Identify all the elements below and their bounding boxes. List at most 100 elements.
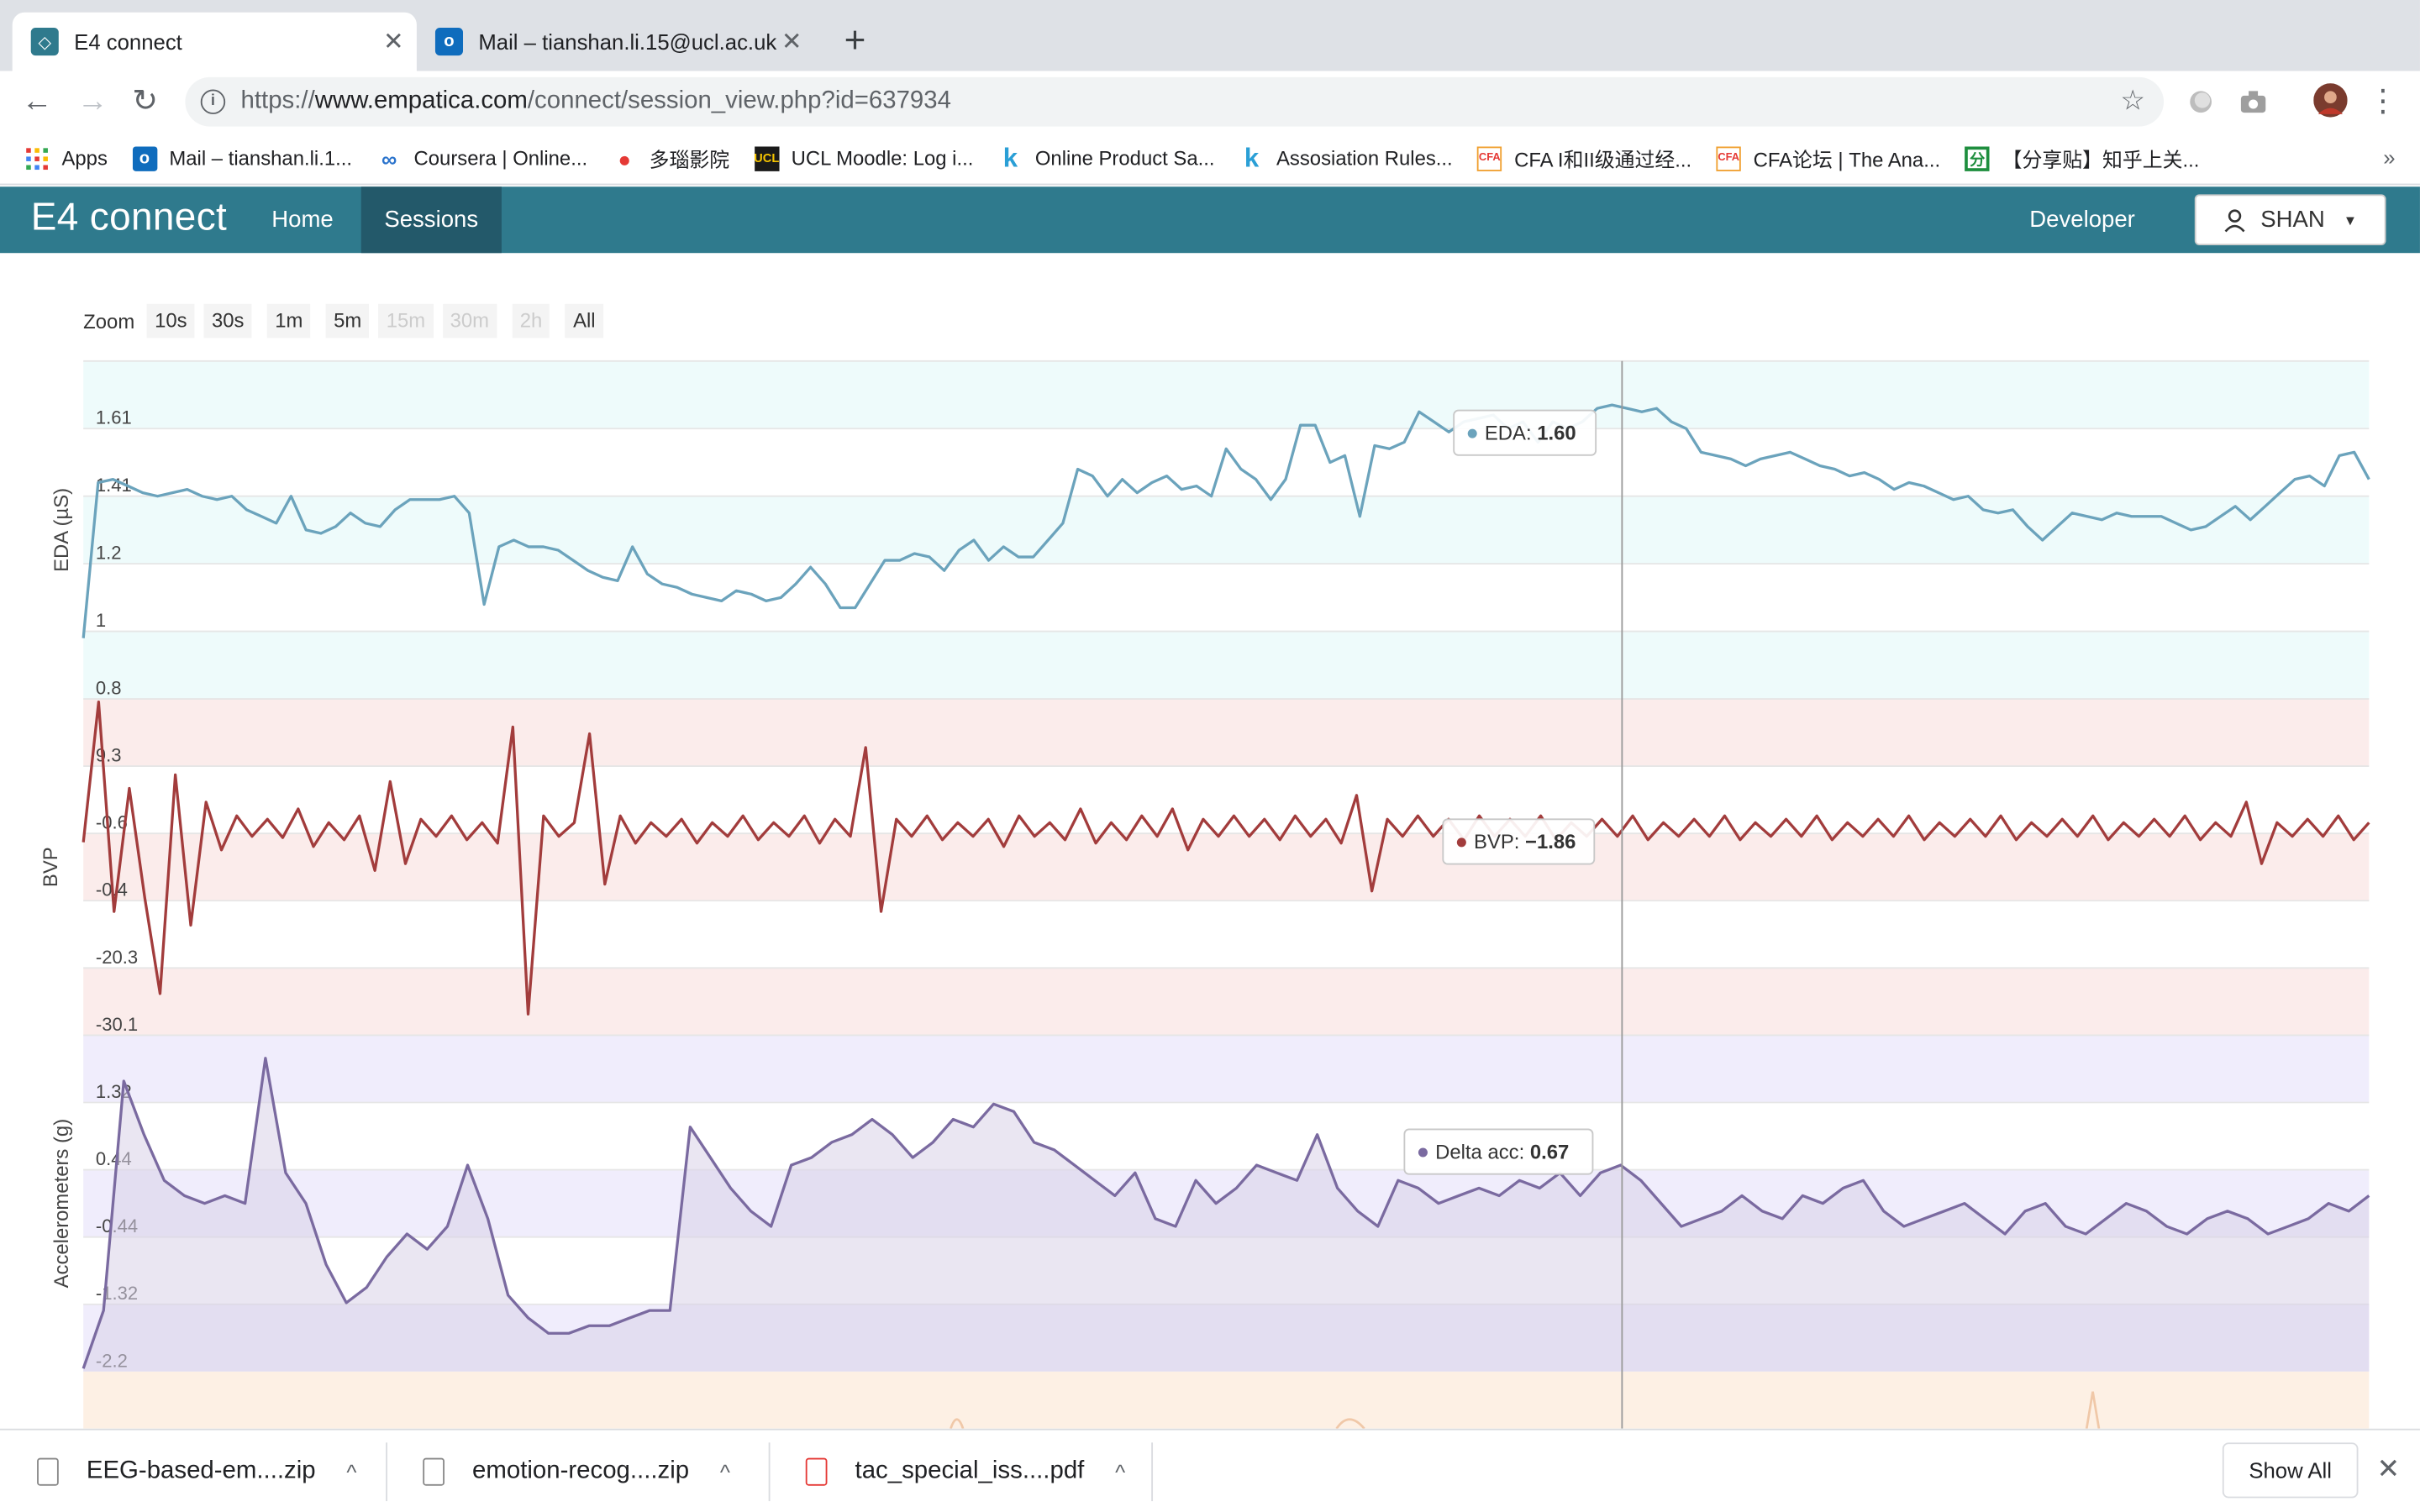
coursera-icon: ∞ bbox=[381, 145, 397, 171]
y-axis-label: EDA (µS) bbox=[50, 488, 73, 572]
bookmark-label: 【分享贴】知乎上关... bbox=[2002, 148, 2200, 171]
reload-icon[interactable]: ↻ bbox=[127, 83, 164, 120]
zoom-all-button[interactable]: All bbox=[565, 303, 603, 339]
zoom-10s-button[interactable]: 10s bbox=[146, 303, 195, 339]
chart-band bbox=[83, 564, 2370, 632]
bookmark-duonao[interactable]: ● 多瑙影院 bbox=[613, 144, 729, 173]
profile-avatar[interactable] bbox=[2313, 83, 2348, 118]
user-menu-button[interactable]: SHAN ▼ bbox=[2194, 194, 2386, 246]
zip-file-icon bbox=[423, 1457, 445, 1486]
tooltip-text: BVP: −1.86 bbox=[1474, 831, 1576, 853]
zoom-1m-button[interactable]: 1m bbox=[267, 303, 311, 339]
bookmark-online-product[interactable]: k Online Product Sa... bbox=[998, 142, 1215, 172]
nav-developer[interactable]: Developer bbox=[2007, 186, 2159, 253]
e4-favicon-icon: ◇ bbox=[30, 28, 59, 56]
y-tick-label: 9.3 bbox=[96, 745, 122, 766]
caret-down-icon: ▼ bbox=[2343, 212, 2358, 228]
bookmark-label: Coursera | Online... bbox=[413, 146, 588, 171]
bookmark-label: Mail – tianshan.li.1... bbox=[169, 146, 353, 171]
chart-band bbox=[83, 428, 2370, 496]
close-tab-icon[interactable]: ✕ bbox=[778, 26, 806, 57]
chart-panel[interactable]: 1.320.44-0.44-1.32-2.2Accelerometers (g)… bbox=[50, 1034, 2370, 1372]
bookmarks-bar: Apps o Mail – tianshan.li.1... ∞ Coursera … bbox=[0, 132, 2420, 186]
chart-band bbox=[83, 900, 2370, 969]
chart-panel[interactable]: 1.611.411.210.8EDA (µS)EDA: 1.60 bbox=[50, 360, 2370, 700]
bookmark-association-rules[interactable]: k Assosiation Rules... bbox=[1239, 142, 1453, 172]
zoom-30s-button[interactable]: 30s bbox=[203, 303, 252, 339]
bookmark-ucl-moodle[interactable]: UCL UCL Moodle: Log i... bbox=[754, 145, 974, 171]
nav-sessions[interactable]: Sessions bbox=[360, 186, 502, 254]
tooltip-text: EDA: 1.60 bbox=[1485, 422, 1576, 444]
camera-icon[interactable] bbox=[2238, 87, 2269, 118]
page: ◇ E4 connect ✕ o Mail – tianshan.li.15@u… bbox=[0, 0, 2420, 1512]
bookmark-cfa-1[interactable]: CFA CFA I和II级通过经... bbox=[1477, 144, 1691, 173]
bookmark-label: Online Product Sa... bbox=[1034, 146, 1215, 171]
zoom-15m-button: 15m bbox=[378, 303, 434, 339]
site-info-icon[interactable]: i bbox=[200, 89, 226, 114]
bookmark-zhihu[interactable]: 分【分享贴】知乎上关... bbox=[1965, 144, 2200, 173]
tab-e4-connect[interactable]: ◇ E4 connect ✕ bbox=[12, 12, 417, 71]
download-item[interactable]: emotion-recog....zip ^ bbox=[386, 1431, 769, 1512]
tooltip-dot bbox=[1418, 1147, 1428, 1158]
k-icon: k bbox=[1002, 142, 1018, 172]
zoom-2h-button: 2h bbox=[512, 303, 550, 339]
bookmark-label: Apps bbox=[61, 146, 108, 171]
y-tick-label: 1.2 bbox=[96, 543, 122, 564]
bookmark-label: UCL Moodle: Log i... bbox=[791, 146, 974, 171]
forward-icon[interactable]: → bbox=[74, 83, 111, 120]
tab-title: E4 connect bbox=[74, 29, 182, 55]
bookmark-label: CFA I和II级通过经... bbox=[1514, 148, 1692, 171]
session-charts[interactable]: 1.611.411.210.8EDA (µS)EDA: 1.609.3-0.6-… bbox=[0, 345, 2420, 1429]
tooltip: Delta acc: 0.67 bbox=[1403, 1128, 1594, 1175]
menu-kebab-icon[interactable]: ⋮ bbox=[2365, 83, 2402, 120]
y-tick-label: 1 bbox=[96, 610, 106, 631]
chevron-up-icon[interactable]: ^ bbox=[346, 1460, 356, 1484]
k-icon: k bbox=[1244, 142, 1260, 172]
zoom-5m-button[interactable]: 5m bbox=[325, 303, 370, 339]
bookmark-star-icon[interactable]: ☆ bbox=[2120, 85, 2145, 118]
nav-home[interactable]: Home bbox=[249, 186, 357, 253]
user-icon bbox=[2223, 208, 2244, 232]
chevron-up-icon[interactable]: ^ bbox=[1115, 1460, 1125, 1484]
cfa-icon: CFA bbox=[1716, 145, 1741, 171]
bookmark-label: CFA论坛 | The Ana... bbox=[1753, 148, 1941, 171]
pdf-file-icon bbox=[805, 1457, 828, 1486]
y-tick-label: 0.8 bbox=[96, 678, 122, 699]
outlook-icon: o bbox=[132, 145, 157, 171]
back-icon[interactable]: ← bbox=[18, 83, 55, 120]
bookmark-coursera[interactable]: ∞ Coursera | Online... bbox=[376, 146, 587, 171]
extension-circle-icon[interactable] bbox=[2186, 87, 2217, 118]
chart-band bbox=[83, 360, 2370, 429]
download-filename: emotion-recog....zip bbox=[472, 1457, 690, 1484]
y-axis-label: Accelerometers (g) bbox=[50, 1119, 73, 1289]
chart-band bbox=[83, 1035, 2370, 1103]
new-tab-icon[interactable]: + bbox=[835, 21, 876, 62]
download-item[interactable]: EEG-based-em....zip ^ bbox=[0, 1431, 386, 1512]
url-text[interactable]: https://www.empatica.com/connect/session… bbox=[241, 88, 951, 116]
chart-band bbox=[83, 1371, 2370, 1429]
tab-mail[interactable]: o Mail – tianshan.li.15@ucl.ac.uk ✕ bbox=[417, 13, 815, 71]
zoom-label: Zoom bbox=[83, 309, 135, 333]
address-bar[interactable]: i https://www.empatica.com/connect/sessi… bbox=[185, 76, 2165, 127]
app-navbar: E4 connect Home Sessions Developer SHAN … bbox=[0, 186, 2420, 254]
download-item[interactable]: tac_special_iss....pdf ^ bbox=[769, 1431, 1152, 1512]
bookmarks-overflow-icon[interactable]: » bbox=[2383, 145, 2395, 170]
apps-grid-icon bbox=[26, 147, 48, 170]
bookmark-label: Assosiation Rules... bbox=[1276, 146, 1453, 171]
share-icon: 分 bbox=[1965, 145, 1990, 171]
chevron-up-icon[interactable]: ^ bbox=[720, 1460, 730, 1484]
tooltip: BVP: −1.86 bbox=[1442, 818, 1596, 865]
tooltip-text: Delta acc: 0.67 bbox=[1435, 1141, 1569, 1163]
chart-band bbox=[83, 968, 2370, 1036]
tab-strip: ◇ E4 connect ✕ o Mail – tianshan.li.15@u… bbox=[0, 0, 2420, 71]
chart-panel[interactable]: 9.3-0.6-0.4-20.3-30.1BVPBVP: −1.86 bbox=[39, 698, 2370, 1036]
bookmark-mail[interactable]: o Mail – tianshan.li.1... bbox=[132, 145, 353, 171]
close-shelf-icon[interactable]: ✕ bbox=[2377, 1453, 2401, 1486]
brand-logo[interactable]: E4 connect bbox=[31, 196, 227, 240]
close-tab-icon[interactable]: ✕ bbox=[380, 26, 408, 57]
download-filename: tac_special_iss....pdf bbox=[855, 1457, 1085, 1484]
chart-band bbox=[83, 833, 2370, 901]
bookmark-apps[interactable]: Apps bbox=[24, 146, 108, 171]
show-all-downloads-button[interactable]: Show All bbox=[2222, 1442, 2359, 1499]
bookmark-cfa-2[interactable]: CFA CFA论坛 | The Ana... bbox=[1716, 144, 1941, 173]
